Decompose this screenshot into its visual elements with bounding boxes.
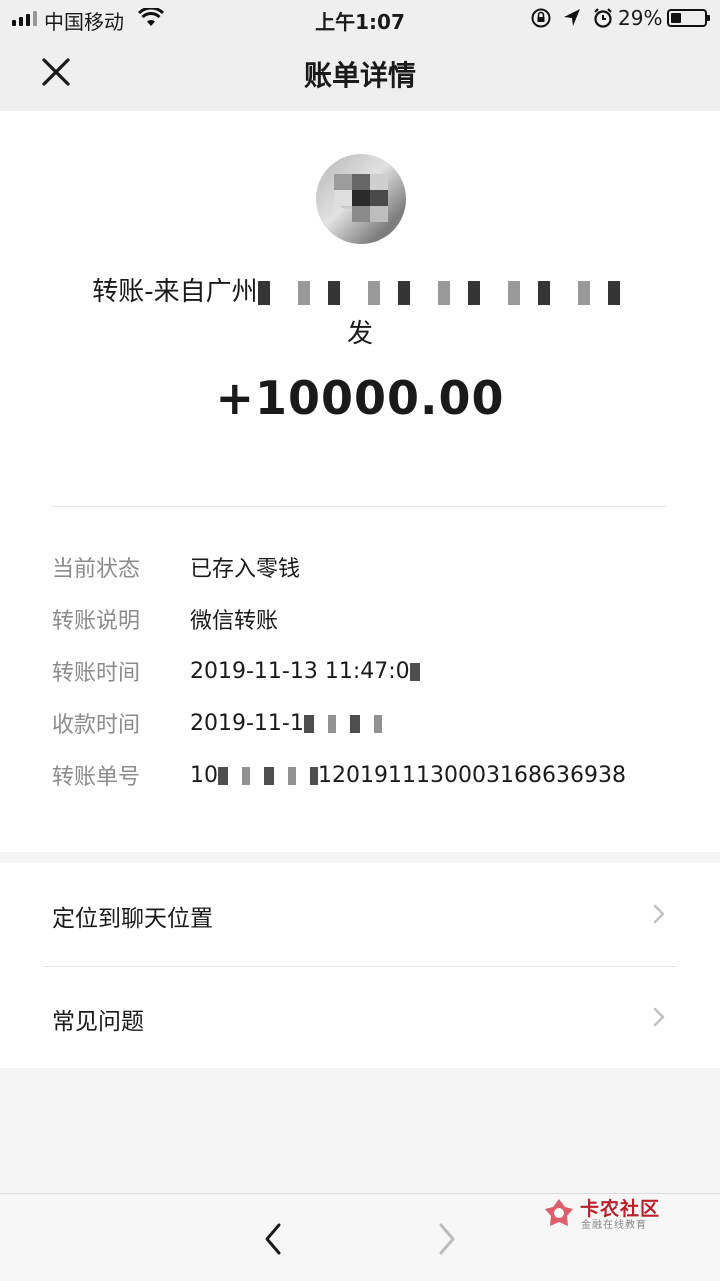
detail-value-text: 1201911130003168636938 bbox=[318, 762, 626, 788]
nav-bar: 账单详情 bbox=[0, 38, 720, 111]
transfer-source-suffix: 发 bbox=[346, 319, 373, 349]
redacted-block bbox=[257, 280, 628, 305]
divider bbox=[52, 506, 666, 507]
chevron-right-icon[interactable] bbox=[432, 1220, 462, 1258]
detail-value-text: 2019-11-1 bbox=[190, 710, 304, 736]
chevron-right-icon bbox=[653, 904, 665, 924]
chevron-right-icon bbox=[653, 1007, 665, 1027]
detail-label: 转账时间 bbox=[52, 661, 141, 686]
battery-percentage: 29% bbox=[618, 6, 663, 30]
transfer-source-text: 转账-来自广州 bbox=[92, 277, 258, 307]
watermark: 卡农社区 金融在线教育 bbox=[540, 1194, 720, 1234]
chevron-left-icon[interactable] bbox=[258, 1220, 288, 1258]
rotation-lock-icon bbox=[531, 8, 551, 28]
transfer-amount: +10000.00 bbox=[215, 371, 505, 425]
location-icon bbox=[564, 9, 580, 26]
detail-row-description: 转账说明 微信转账 bbox=[52, 593, 672, 645]
status-bar: 中国移动 上午1:07 29% bbox=[0, 0, 720, 38]
detail-label: 当前状态 bbox=[52, 557, 141, 582]
avatar bbox=[316, 154, 406, 244]
watermark-subtitle: 金融在线教育 bbox=[581, 1220, 647, 1231]
detail-label: 转账单号 bbox=[52, 765, 141, 790]
detail-value: 微信转账 bbox=[190, 609, 279, 634]
list-item-label: 常见问题 bbox=[52, 1009, 144, 1035]
faq-item[interactable]: 常见问题 bbox=[0, 966, 720, 1068]
detail-row-transfer-time: 转账时间 2019-11-13 11:47:0 bbox=[52, 645, 672, 697]
page-title: 账单详情 bbox=[303, 59, 416, 92]
detail-row-status: 当前状态 已存入零钱 bbox=[52, 541, 672, 593]
action-list: 定位到聊天位置 常见问题 bbox=[0, 863, 720, 1068]
redacted-block bbox=[409, 662, 422, 681]
detail-row-receive-time: 收款时间 2019-11-1 bbox=[52, 697, 672, 749]
redacted-block bbox=[218, 766, 318, 785]
transfer-source: 转账-来自广州 bbox=[0, 271, 720, 308]
redacted-block bbox=[303, 714, 394, 733]
detail-list: 当前状态 已存入零钱 转账说明 微信转账 转账时间 2019-11-13 11:… bbox=[52, 541, 672, 801]
detail-value: 2019-11-1 bbox=[190, 711, 394, 736]
detail-value-prefix: 10 bbox=[190, 762, 218, 788]
detail-value: 2019-11-13 11:47:0 bbox=[190, 659, 422, 684]
detail-value-text: 2019-11-13 11:47:0 bbox=[190, 658, 410, 684]
detail-label: 转账说明 bbox=[52, 609, 141, 634]
bill-card: 转账-来自广州 发 +10000.00 当前状态 已存入零钱 转账说明 微信转账… bbox=[0, 111, 720, 852]
locate-chat-position-item[interactable]: 定位到聊天位置 bbox=[0, 863, 720, 965]
bottom-toolbar: 卡农社区 金融在线教育 bbox=[0, 1193, 720, 1281]
kanong-logo-icon bbox=[545, 1199, 573, 1226]
alarm-icon bbox=[594, 8, 612, 28]
battery-icon bbox=[667, 9, 710, 27]
detail-row-transfer-id: 转账单号 10 1201911130003168636938 bbox=[52, 749, 672, 801]
list-item-label: 定位到聊天位置 bbox=[52, 906, 213, 932]
detail-value: 10 1201911130003168636938 bbox=[190, 763, 626, 788]
detail-value: 已存入零钱 bbox=[190, 557, 301, 582]
detail-label: 收款时间 bbox=[52, 713, 141, 738]
